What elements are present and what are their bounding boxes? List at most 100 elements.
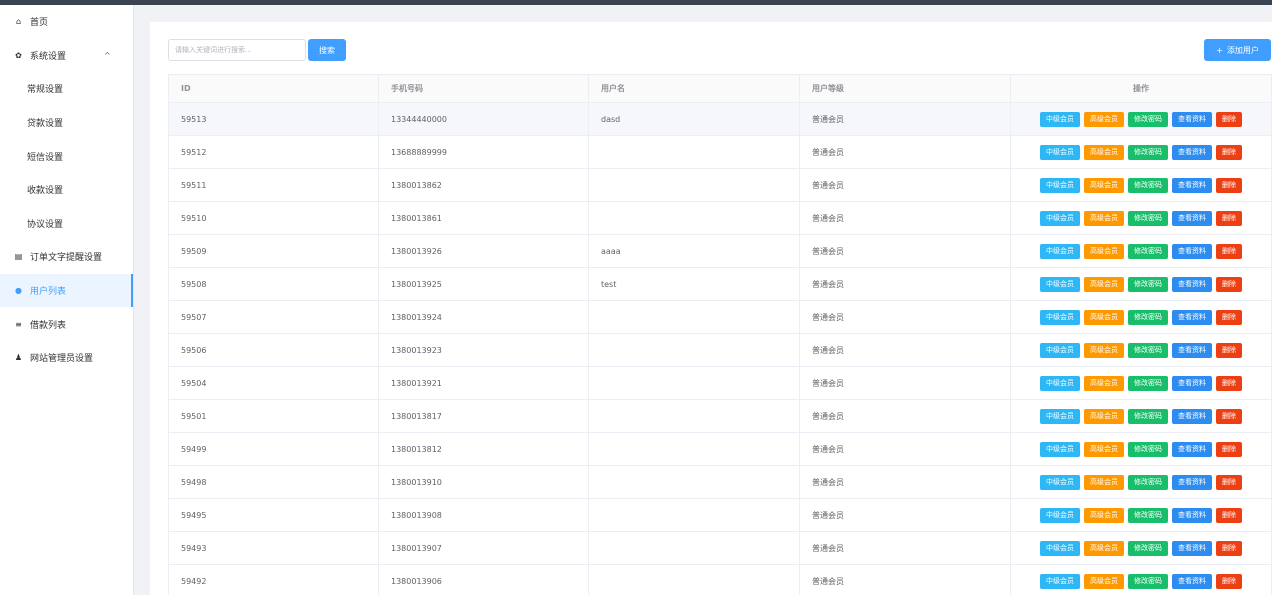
- change-password-button[interactable]: 修改密码: [1128, 474, 1168, 490]
- set-mid-member-button[interactable]: 中级会员: [1040, 375, 1080, 391]
- set-high-member-button[interactable]: 高级会员: [1084, 375, 1124, 391]
- delete-button[interactable]: 删除: [1216, 573, 1242, 589]
- set-high-member-button[interactable]: 高级会员: [1084, 177, 1124, 193]
- sidebar-item-8[interactable]: ● 用户列表: [0, 273, 133, 308]
- sidebar-item-7[interactable]: ▤ 订单文字提醒设置: [0, 240, 133, 274]
- view-profile-button[interactable]: 查看资料: [1172, 276, 1212, 292]
- set-mid-member-button[interactable]: 中级会员: [1040, 210, 1080, 226]
- change-password-button[interactable]: 修改密码: [1128, 309, 1168, 325]
- view-profile-button[interactable]: 查看资料: [1172, 573, 1212, 589]
- delete-button[interactable]: 删除: [1216, 441, 1242, 457]
- change-password-button[interactable]: 修改密码: [1128, 276, 1168, 292]
- chevron-up-icon[interactable]: ^: [104, 51, 111, 60]
- search-input[interactable]: [168, 39, 306, 61]
- set-high-member-button[interactable]: 高级会员: [1084, 441, 1124, 457]
- cell-phone: 1380013861: [378, 201, 589, 235]
- users-icon: ●: [15, 286, 22, 296]
- set-high-member-button[interactable]: 高级会员: [1084, 573, 1124, 589]
- set-high-member-button[interactable]: 高级会员: [1084, 309, 1124, 325]
- change-password-button[interactable]: 修改密码: [1128, 441, 1168, 457]
- change-password-button[interactable]: 修改密码: [1128, 243, 1168, 259]
- delete-button[interactable]: 删除: [1216, 276, 1242, 292]
- set-mid-member-button[interactable]: 中级会员: [1040, 408, 1080, 424]
- set-mid-member-button[interactable]: 中级会员: [1040, 474, 1080, 490]
- view-profile-button[interactable]: 查看资料: [1172, 243, 1212, 259]
- set-high-member-button[interactable]: 高级会员: [1084, 540, 1124, 556]
- delete-button[interactable]: 删除: [1216, 507, 1242, 523]
- delete-button[interactable]: 删除: [1216, 342, 1242, 358]
- sidebar-item-label: 首页: [30, 18, 49, 29]
- sidebar-item-0[interactable]: ⌂ 首页: [0, 5, 133, 39]
- delete-button[interactable]: 删除: [1216, 474, 1242, 490]
- set-mid-member-button[interactable]: 中级会员: [1040, 276, 1080, 292]
- view-profile-button[interactable]: 查看资料: [1172, 342, 1212, 358]
- delete-button[interactable]: 删除: [1216, 408, 1242, 424]
- set-high-member-button[interactable]: 高级会员: [1084, 507, 1124, 523]
- sidebar-item-1[interactable]: ✿ 系统设置 ^: [0, 39, 133, 73]
- set-high-member-button[interactable]: 高级会员: [1084, 474, 1124, 490]
- view-profile-button[interactable]: 查看资料: [1172, 408, 1212, 424]
- cell-actions: 中级会员 高级会员 修改密码 查看资料 删除: [1010, 498, 1272, 532]
- set-high-member-button[interactable]: 高级会员: [1084, 111, 1124, 127]
- change-password-button[interactable]: 修改密码: [1128, 177, 1168, 193]
- search-button[interactable]: 搜索: [308, 39, 346, 61]
- change-password-button[interactable]: 修改密码: [1128, 375, 1168, 391]
- view-profile-button[interactable]: 查看资料: [1172, 111, 1212, 127]
- set-mid-member-button[interactable]: 中级会员: [1040, 540, 1080, 556]
- set-mid-member-button[interactable]: 中级会员: [1040, 507, 1080, 523]
- view-profile-button[interactable]: 查看资料: [1172, 540, 1212, 556]
- change-password-button[interactable]: 修改密码: [1128, 111, 1168, 127]
- delete-button[interactable]: 删除: [1216, 375, 1242, 391]
- sidebar-item-label: 收款设置: [27, 186, 64, 197]
- view-profile-button[interactable]: 查看资料: [1172, 210, 1212, 226]
- sidebar-item-10[interactable]: ♟ 网站管理员设置: [0, 341, 133, 375]
- delete-button[interactable]: 删除: [1216, 540, 1242, 556]
- change-password-button[interactable]: 修改密码: [1128, 408, 1168, 424]
- add-user-button[interactable]: + 添加用户: [1204, 39, 1271, 61]
- cell-id: 59512: [168, 135, 379, 169]
- view-profile-button[interactable]: 查看资料: [1172, 507, 1212, 523]
- set-mid-member-button[interactable]: 中级会员: [1040, 441, 1080, 457]
- delete-button[interactable]: 删除: [1216, 210, 1242, 226]
- set-mid-member-button[interactable]: 中级会员: [1040, 111, 1080, 127]
- change-password-button[interactable]: 修改密码: [1128, 573, 1168, 589]
- set-mid-member-button[interactable]: 中级会员: [1040, 177, 1080, 193]
- set-high-member-button[interactable]: 高级会员: [1084, 243, 1124, 259]
- set-high-member-button[interactable]: 高级会员: [1084, 276, 1124, 292]
- delete-button[interactable]: 删除: [1216, 309, 1242, 325]
- delete-button[interactable]: 删除: [1216, 144, 1242, 160]
- view-profile-button[interactable]: 查看资料: [1172, 144, 1212, 160]
- set-mid-member-button[interactable]: 中级会员: [1040, 309, 1080, 325]
- change-password-button[interactable]: 修改密码: [1128, 210, 1168, 226]
- delete-button[interactable]: 删除: [1216, 243, 1242, 259]
- change-password-button[interactable]: 修改密码: [1128, 342, 1168, 358]
- view-profile-button[interactable]: 查看资料: [1172, 177, 1212, 193]
- set-mid-member-button[interactable]: 中级会员: [1040, 243, 1080, 259]
- cell-username: test: [588, 267, 800, 301]
- view-profile-button[interactable]: 查看资料: [1172, 309, 1212, 325]
- view-profile-button[interactable]: 查看资料: [1172, 474, 1212, 490]
- set-high-member-button[interactable]: 高级会员: [1084, 342, 1124, 358]
- sidebar-item-2[interactable]: 常规设置: [0, 72, 133, 106]
- cell-username: dasd: [588, 102, 800, 136]
- set-mid-member-button[interactable]: 中级会员: [1040, 144, 1080, 160]
- sidebar-item-3[interactable]: 贷款设置: [0, 106, 133, 140]
- sidebar-item-5[interactable]: 收款设置: [0, 173, 133, 207]
- view-profile-button[interactable]: 查看资料: [1172, 441, 1212, 457]
- delete-button[interactable]: 删除: [1216, 111, 1242, 127]
- change-password-button[interactable]: 修改密码: [1128, 144, 1168, 160]
- set-high-member-button[interactable]: 高级会员: [1084, 144, 1124, 160]
- cell-id: 59508: [168, 267, 379, 301]
- cell-id: 59501: [168, 399, 379, 433]
- change-password-button[interactable]: 修改密码: [1128, 507, 1168, 523]
- set-high-member-button[interactable]: 高级会员: [1084, 210, 1124, 226]
- set-mid-member-button[interactable]: 中级会员: [1040, 342, 1080, 358]
- view-profile-button[interactable]: 查看资料: [1172, 375, 1212, 391]
- change-password-button[interactable]: 修改密码: [1128, 540, 1168, 556]
- sidebar-item-9[interactable]: ≡ 借款列表: [0, 307, 133, 341]
- set-mid-member-button[interactable]: 中级会员: [1040, 573, 1080, 589]
- delete-button[interactable]: 删除: [1216, 177, 1242, 193]
- set-high-member-button[interactable]: 高级会员: [1084, 408, 1124, 424]
- sidebar-item-6[interactable]: 协议设置: [0, 207, 133, 241]
- sidebar-item-4[interactable]: 短信设置: [0, 139, 133, 173]
